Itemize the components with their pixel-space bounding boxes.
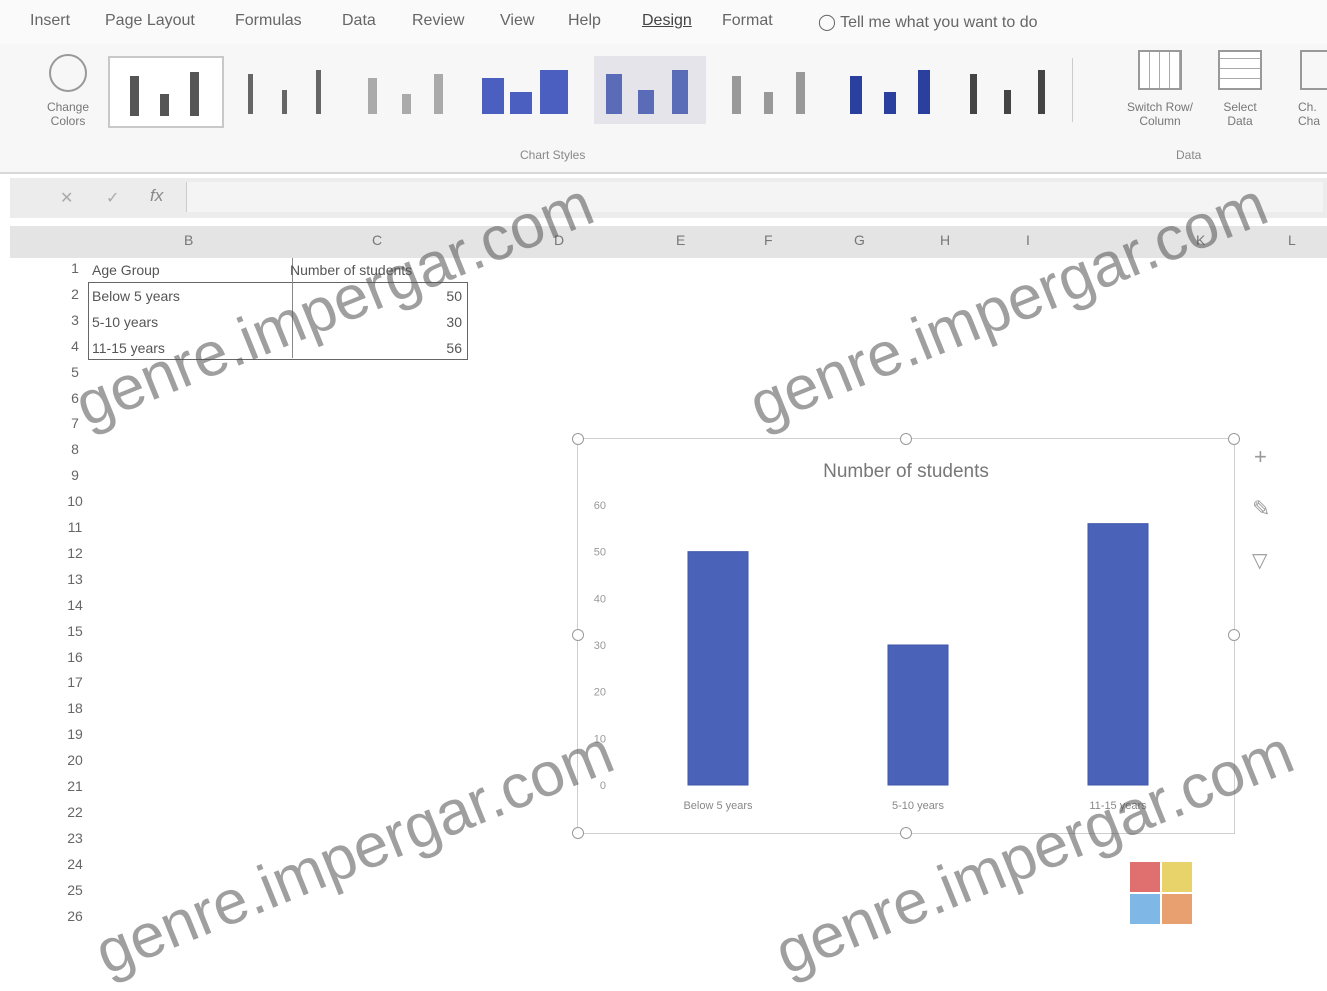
row-header-12[interactable]: 12 [58,545,92,561]
row-header-19[interactable]: 19 [58,726,92,742]
chart-style-3[interactable] [350,56,462,124]
y-tick-label: 40 [594,593,606,605]
row-header-21[interactable]: 21 [58,778,92,794]
row-header-4[interactable]: 4 [58,338,92,354]
resize-handle-right[interactable] [1228,629,1240,641]
row-header-2[interactable]: 2 [58,286,92,302]
tab-help[interactable]: Help [568,12,601,30]
y-tick-label: 30 [594,640,606,652]
tell-me-text: Tell me what you want to do [840,14,1038,31]
insert-function-icon[interactable]: fx [150,186,163,206]
row-header-3[interactable]: 3 [58,312,92,328]
resize-handle-bottom[interactable] [900,827,912,839]
tell-me-search[interactable]: ◯ Tell me what you want to do [818,12,1038,32]
select-data-label: Select Data [1223,100,1257,128]
tab-page-layout[interactable]: Page Layout [105,12,195,30]
column-header-h[interactable]: H [940,232,950,248]
switch-row-column-label: Switch Row/ Column [1126,100,1194,128]
table-switch-icon [1138,50,1182,90]
bar-11-15-years[interactable] [1087,523,1149,786]
chart-filters-icon[interactable]: ▽ [1252,548,1267,573]
row-header-10[interactable]: 10 [58,493,92,509]
ribbon-tab-bar: Insert Page Layout Formulas Data Review … [0,0,1327,44]
column-header-g[interactable]: G [854,232,865,248]
change-chart-type-button[interactable]: Ch. Cha [1290,50,1327,146]
watermark-3: genre.impergar.com [85,717,623,989]
tab-format[interactable]: Format [722,12,773,30]
resize-handle-top-right[interactable] [1228,433,1240,445]
resize-handle-bottom-left[interactable] [572,827,584,839]
cell-a1[interactable]: Age Group [92,262,288,278]
row-header-1[interactable]: 1 [58,260,92,276]
enter-icon[interactable]: ✓ [106,188,119,208]
row-header-15[interactable]: 15 [58,623,92,639]
tab-data[interactable]: Data [342,12,376,30]
chart-style-8[interactable] [956,56,1068,124]
data-group-label: Data [1176,148,1202,162]
chart-style-6[interactable] [718,56,830,124]
chart-style-1[interactable] [108,56,224,128]
column-header-l[interactable]: L [1288,232,1296,248]
row-header-18[interactable]: 18 [58,700,92,716]
chart-style-7[interactable] [838,56,950,124]
select-data-button[interactable]: Select Data [1210,50,1270,146]
y-tick-label: 20 [594,687,606,699]
y-tick-label: 60 [594,500,606,512]
y-tick-label: 50 [594,547,606,559]
change-chart-type-label: Ch. Cha [1298,100,1321,128]
column-header-a[interactable]: B [184,232,193,248]
chart-type-icon [1300,50,1327,90]
chart-style-5[interactable] [594,56,706,124]
ribbon-body: Change Colors Switch Row/ Column Select … [0,44,1327,174]
tab-formulas[interactable]: Formulas [235,12,302,30]
chart-style-2[interactable] [232,56,344,124]
row-header-24[interactable]: 24 [58,856,92,872]
x-category-label: 5-10 years [892,800,944,812]
chart-styles-group-label: Chart Styles [520,148,586,162]
change-colors-label: Change Colors [46,100,90,128]
row-header-23[interactable]: 23 [58,830,92,846]
column-header-e[interactable]: E [676,232,685,248]
formula-bar: ✕ ✓ fx [10,178,1327,218]
row-header-17[interactable]: 17 [58,674,92,690]
change-colors-button[interactable]: Change Colors [36,54,100,144]
row-header-22[interactable]: 22 [58,804,92,820]
column-header-i[interactable]: I [1026,232,1030,248]
tab-design[interactable]: Design [642,12,692,30]
chart-style-4[interactable] [470,56,582,124]
chart-elements-icon[interactable]: + [1254,444,1267,470]
resize-handle-left[interactable] [572,629,584,641]
tab-insert[interactable]: Insert [30,12,70,30]
bar-below-5-years[interactable] [687,551,749,786]
resize-handle-top-left[interactable] [572,433,584,445]
row-header-26[interactable]: 26 [58,908,92,924]
chart-title[interactable]: Number of students [823,461,989,482]
tab-review[interactable]: Review [412,12,464,30]
cancel-icon[interactable]: ✕ [60,188,73,208]
row-header-9[interactable]: 9 [58,467,92,483]
row-header-11[interactable]: 11 [58,519,92,535]
row-header-25[interactable]: 25 [58,882,92,898]
resize-handle-top[interactable] [900,433,912,445]
palette-icon [49,54,87,92]
row-header-16[interactable]: 16 [58,649,92,665]
select-data-icon [1218,50,1262,90]
row-header-14[interactable]: 14 [58,597,92,613]
tab-view[interactable]: View [500,12,534,30]
column-header-c[interactable]: C [372,232,382,248]
quick-analysis-icon[interactable] [1120,862,1196,932]
row-header-8[interactable]: 8 [58,441,92,457]
chart-styles-brush-icon[interactable]: ✎ [1252,496,1270,522]
lightbulb-icon: ◯ [818,14,836,31]
x-category-label: Below 5 years [683,800,753,812]
row-header-13[interactable]: 13 [58,571,92,587]
styles-scroll[interactable] [1072,58,1087,122]
switch-row-column-button[interactable]: Switch Row/ Column [1112,50,1208,146]
column-header-f[interactable]: F [764,232,773,248]
row-header-20[interactable]: 20 [58,752,92,768]
bar-5-10-years[interactable] [887,644,949,786]
